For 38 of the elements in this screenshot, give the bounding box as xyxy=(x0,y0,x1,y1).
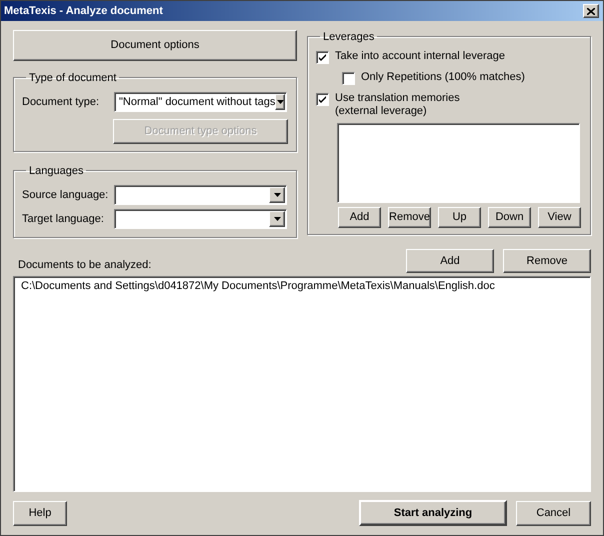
translation-memory-list[interactable] xyxy=(337,123,580,203)
tm-button[interactable]: Remove xyxy=(388,207,431,228)
close-button[interactable] xyxy=(583,4,599,18)
documents-label: Documents to be analyzed: xyxy=(18,258,152,272)
group-title: Leverages xyxy=(323,31,374,43)
document-list-button[interactable]: Add xyxy=(406,249,494,273)
tm-button[interactable]: Add xyxy=(338,207,381,228)
document-path[interactable]: C:\Documents and Settings\d041872\My Documents\Programme\MetaTexis\Manuals\English.doc xyxy=(21,278,583,294)
checkbox[interactable] xyxy=(342,72,355,85)
close-icon xyxy=(587,8,595,14)
document-list[interactable]: C:\Documents and Settings\d041872\My Documents\Programme\MetaTexis\Manuals\English.doc xyxy=(13,276,591,492)
dropdown-field[interactable]: "Normal" document without tags xyxy=(114,92,287,112)
dialog-button[interactable]: Help xyxy=(13,500,67,526)
tm-button[interactable]: View xyxy=(538,207,581,228)
checkbox-label: Only Repetitions (100% matches) xyxy=(361,71,525,84)
checkbox[interactable] xyxy=(316,93,329,106)
caret-icon xyxy=(269,187,285,203)
field-label: Source language: xyxy=(22,188,110,203)
group-title: Type of document xyxy=(29,72,116,84)
check-icon xyxy=(319,96,326,103)
caret-icon xyxy=(269,211,285,227)
dropdown-field[interactable] xyxy=(114,185,287,205)
dropdown-field[interactable] xyxy=(114,209,287,229)
checkbox-label: Use translation memories (external leverage) xyxy=(335,92,460,118)
field-label: Target language: xyxy=(22,212,105,227)
document-list-button[interactable]: Remove xyxy=(503,249,591,273)
group-title: Languages xyxy=(29,165,84,177)
checkbox[interactable] xyxy=(316,51,329,64)
window-title: MetaTexis - Analyze document xyxy=(4,4,163,19)
tm-button[interactable]: Up xyxy=(438,207,481,228)
field-label: Document type: xyxy=(22,94,100,110)
tm-button[interactable]: Down xyxy=(488,207,531,228)
caret-icon xyxy=(275,94,285,110)
document-options-button[interactable]: Document options xyxy=(13,30,297,61)
check-icon xyxy=(319,54,326,61)
checkbox-label: Take into account internal leverage xyxy=(335,50,505,63)
dialog-button[interactable]: Cancel xyxy=(516,500,591,526)
start-analyzing-button[interactable]: Start analyzing xyxy=(359,500,507,526)
